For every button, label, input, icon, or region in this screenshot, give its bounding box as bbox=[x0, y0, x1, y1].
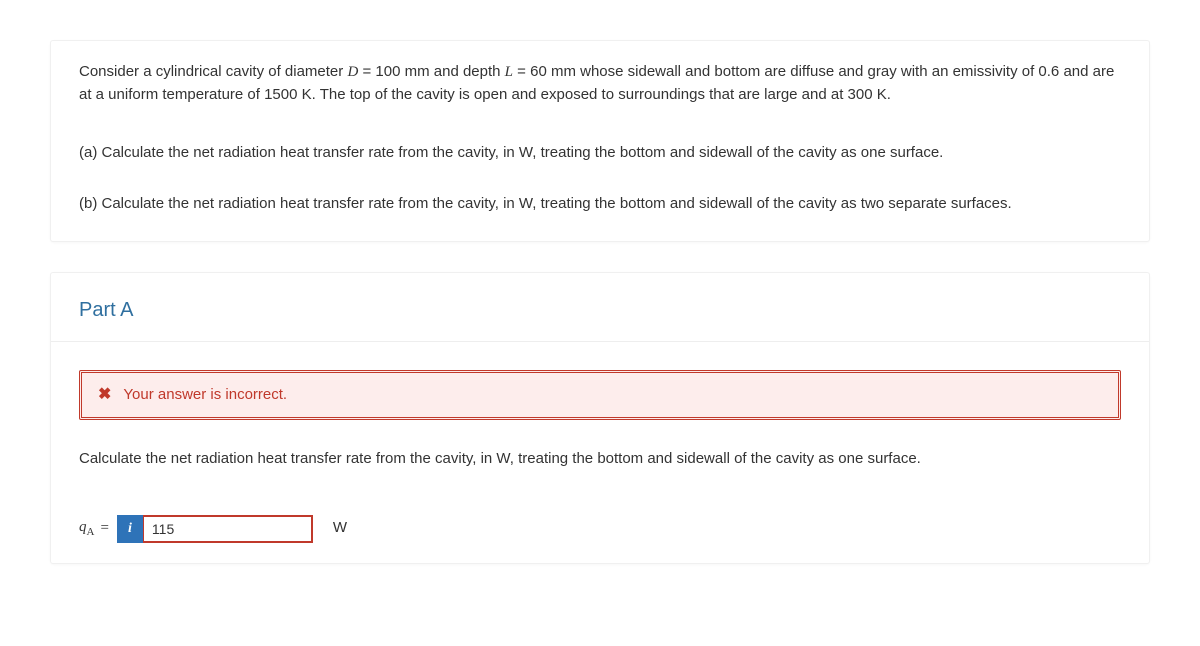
equals-sign: = bbox=[100, 517, 108, 540]
info-icon[interactable]: i bbox=[117, 515, 143, 543]
answer-input[interactable] bbox=[143, 515, 313, 543]
part-a-title: Part A bbox=[51, 273, 1149, 342]
feedback-text: Your answer is incorrect. bbox=[123, 384, 287, 407]
feedback-incorrect: ✖ Your answer is incorrect. bbox=[79, 370, 1121, 420]
var-L: L bbox=[505, 64, 513, 80]
intro-prefix: Consider a cylindrical cavity of diamete… bbox=[79, 63, 347, 80]
D-val: 100 mm and depth bbox=[375, 63, 504, 80]
problem-part-a: (a) Calculate the net radiation heat tra… bbox=[79, 142, 1121, 165]
answer-row: qA = i W bbox=[79, 515, 1121, 543]
part-a-card: Part A ✖ Your answer is incorrect. Calcu… bbox=[50, 272, 1150, 564]
problem-statement-card: Consider a cylindrical cavity of diamete… bbox=[50, 40, 1150, 242]
answer-variable: qA bbox=[79, 516, 94, 541]
unit-label: W bbox=[333, 517, 347, 540]
part-a-instruction: Calculate the net radiation heat transfe… bbox=[79, 448, 1121, 471]
problem-text: Consider a cylindrical cavity of diamete… bbox=[79, 61, 1121, 215]
problem-intro: Consider a cylindrical cavity of diamete… bbox=[79, 61, 1121, 106]
eq2: = bbox=[513, 63, 530, 80]
eq1: = bbox=[358, 63, 375, 80]
var-D: D bbox=[347, 64, 358, 80]
problem-part-b: (b) Calculate the net radiation heat tra… bbox=[79, 193, 1121, 216]
close-icon: ✖ bbox=[98, 383, 111, 407]
